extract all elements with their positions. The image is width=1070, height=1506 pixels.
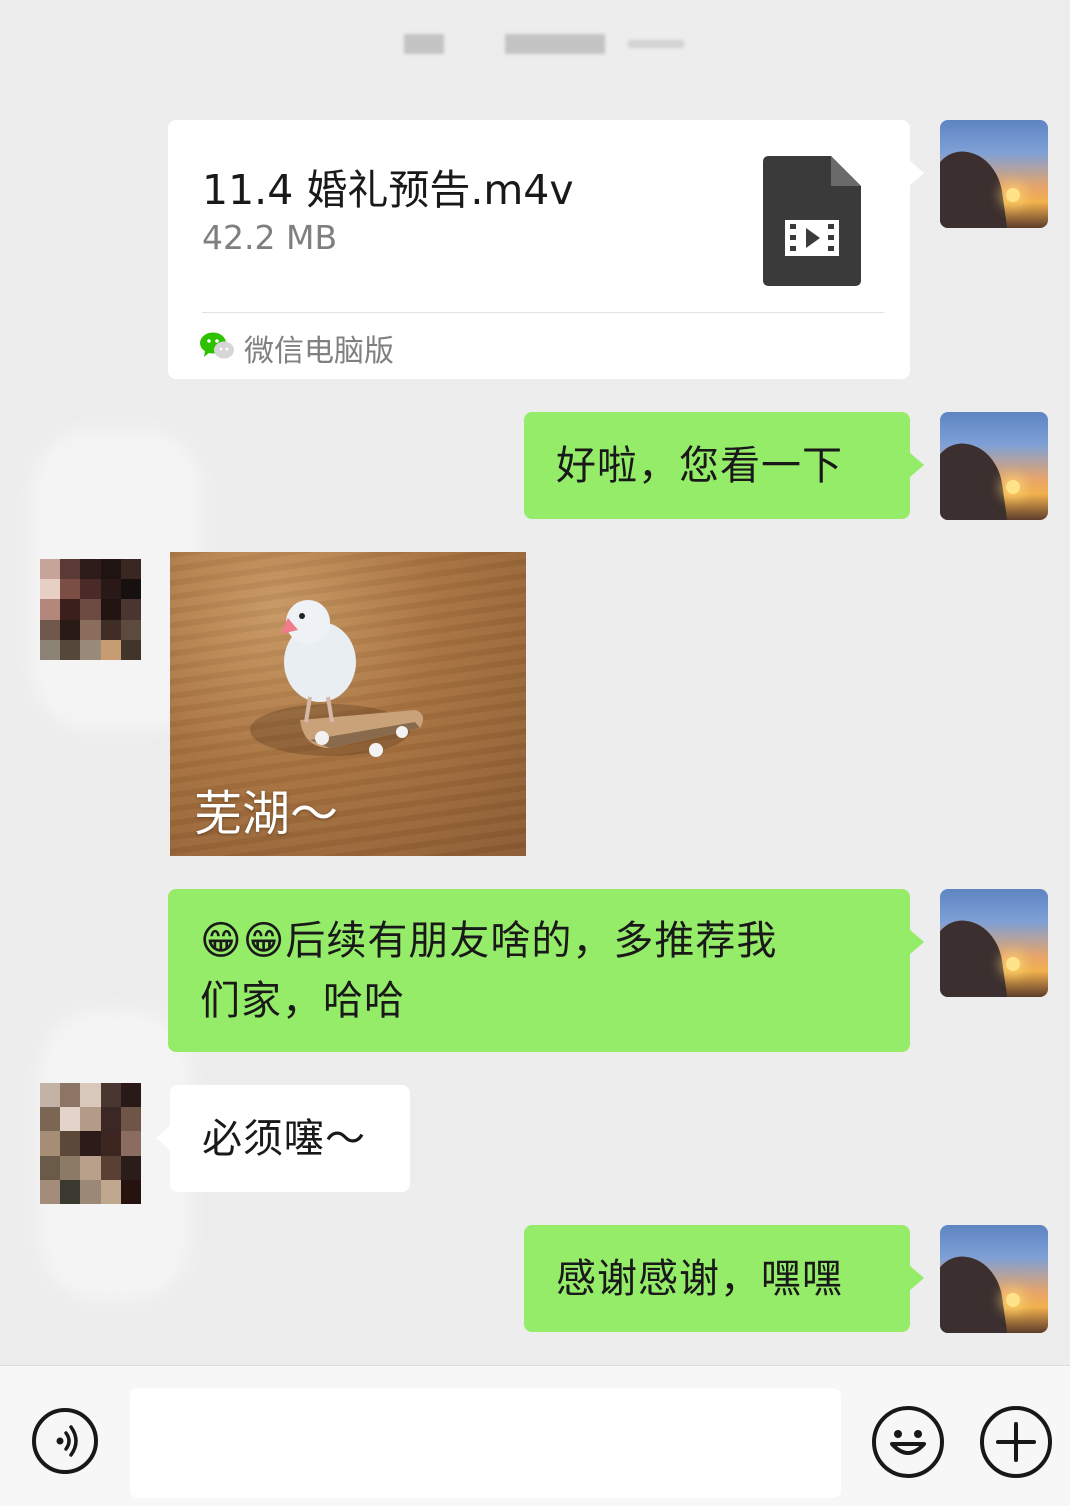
file-card-divider — [202, 312, 884, 313]
message-text: 感谢感谢，嘿嘿 — [556, 1256, 843, 1302]
emoji-icon — [890, 1430, 926, 1455]
my-avatar[interactable] — [940, 412, 1048, 520]
message-text-line: 😁😁后续有朋友啥的，多推荐我 — [200, 918, 778, 964]
message-input[interactable] — [130, 1388, 841, 1498]
message-bubble-sent[interactable]: 😁😁后续有朋友啥的，多推荐我 们家，哈哈 — [168, 889, 924, 1052]
message-text-line: 们家，哈哈 — [200, 978, 405, 1024]
video-file-icon — [763, 156, 861, 286]
message-text: 必须噻～ — [202, 1116, 366, 1162]
more-functions-button[interactable] — [980, 1406, 1052, 1478]
image-message[interactable]: 芜湖～ — [170, 552, 526, 856]
my-avatar[interactable] — [940, 120, 1048, 228]
my-avatar[interactable] — [940, 1225, 1048, 1333]
contact-avatar[interactable] — [40, 1083, 141, 1204]
message-bubble-sent[interactable]: 感谢感谢，嘿嘿 — [524, 1225, 924, 1332]
message-bubble-sent[interactable]: 好啦，您看一下 — [524, 412, 924, 519]
contact-avatar[interactable] — [40, 559, 141, 660]
message-text: 好啦，您看一下 — [556, 443, 843, 489]
emoji-button[interactable] — [872, 1406, 944, 1478]
plus-icon — [996, 1422, 1036, 1462]
wechat-logo-icon — [200, 332, 234, 359]
chat-input-bar — [0, 1365, 1070, 1506]
file-size: 42.2 MB — [202, 218, 338, 257]
message-bubble-received[interactable]: 必须噻～ — [156, 1085, 410, 1192]
file-message[interactable]: 11.4 婚礼预告.m4v 42.2 MB 微信电脑版 — [168, 120, 924, 379]
voice-input-button[interactable] — [32, 1408, 98, 1474]
my-avatar[interactable] — [940, 889, 1048, 997]
file-name: 11.4 婚礼预告.m4v — [202, 166, 574, 214]
image-caption: 芜湖～ — [194, 786, 339, 842]
file-source-label: 微信电脑版 — [244, 334, 394, 369]
voice-icon — [56, 1425, 78, 1457]
